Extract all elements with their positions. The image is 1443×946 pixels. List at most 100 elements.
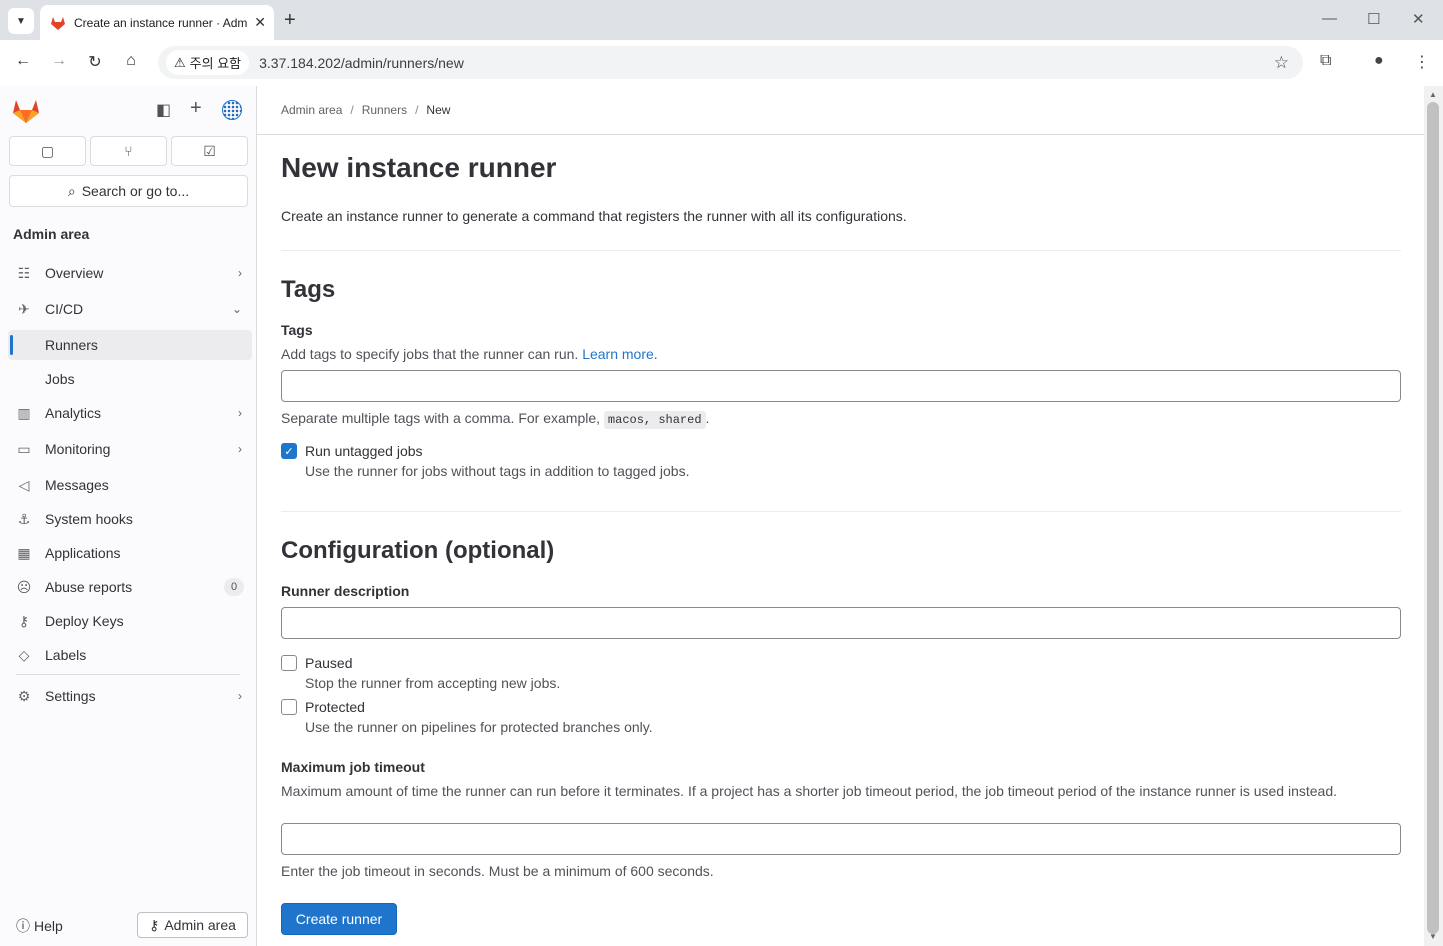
help-label: Help	[34, 918, 63, 934]
breadcrumb: Admin area / Runners / New	[281, 103, 450, 117]
section-divider	[281, 250, 1401, 251]
paused-checkbox[interactable]	[281, 655, 297, 671]
sidebar-item-overview[interactable]: ☷ Overview ›	[8, 258, 252, 288]
abuse-count-badge: 0	[224, 578, 244, 596]
scrollbar-thumb[interactable]	[1427, 102, 1439, 934]
home-icon[interactable]: ⌂	[120, 52, 142, 70]
section-divider	[281, 511, 1401, 512]
run-untagged-checkbox[interactable]: ✓	[281, 443, 297, 459]
learn-more-link[interactable]: Learn more	[582, 346, 654, 362]
tags-hint: Separate multiple tags with a comma. For…	[281, 410, 710, 429]
page-scrollbar[interactable]: ▲ ▼	[1424, 86, 1443, 946]
sidebar-item-label: CI/CD	[45, 301, 84, 317]
sidebar-item-jobs[interactable]: Jobs	[8, 364, 252, 394]
sidebar-item-abuse-reports[interactable]: ☹ Abuse reports 0	[8, 572, 252, 602]
sidebar-item-applications[interactable]: ▦ Applications	[8, 538, 252, 568]
breadcrumb-runners[interactable]: Runners	[362, 103, 407, 117]
breadcrumb-separator: /	[350, 103, 354, 117]
sidebar-item-label: Labels	[45, 647, 87, 663]
maximize-icon[interactable]: ☐	[1367, 10, 1380, 28]
gitlab-favicon-icon	[51, 16, 65, 30]
key-icon: ⚷	[18, 612, 30, 629]
browser-menu-icon[interactable]: ⋮	[1414, 52, 1430, 72]
sidebar-item-label: Analytics	[45, 405, 102, 421]
merge-requests-button[interactable]: ⑂	[90, 136, 167, 166]
sidebar-item-labels[interactable]: ◇ Labels	[8, 640, 252, 670]
sidebar-item-label: Runners	[45, 337, 98, 353]
issues-icon: ▢	[40, 142, 55, 159]
address-bar[interactable]: ⚠ 주의 요함 3.37.184.202/admin/runners/new ☆	[158, 46, 1303, 79]
url-text: 3.37.184.202/admin/runners/new	[259, 54, 464, 71]
anchor-icon: ⚓	[17, 510, 31, 527]
admin-area-button[interactable]: ⚷ Admin area	[137, 912, 248, 938]
sidebar-item-messages[interactable]: ◁ Messages	[8, 470, 252, 500]
breadcrumb-new[interactable]: New	[426, 103, 450, 117]
sidebar-item-runners[interactable]: Runners	[8, 330, 252, 360]
timeout-input[interactable]	[281, 823, 1401, 855]
chevron-right-icon: ›	[238, 406, 242, 420]
abuse-icon: ☹	[16, 578, 32, 595]
user-avatar[interactable]	[222, 100, 242, 120]
checkmark-icon: ✓	[284, 445, 294, 458]
sidebar-toggle-icon[interactable]: ◧	[156, 100, 171, 120]
chevron-right-icon: ›	[238, 266, 242, 280]
applications-icon: ▦	[17, 544, 31, 561]
sidebar-item-system-hooks[interactable]: ⚓ System hooks	[8, 504, 252, 534]
chevron-right-icon: ›	[238, 442, 242, 456]
gitlab-logo-icon[interactable]	[12, 98, 40, 124]
run-untagged-checkbox-row[interactable]: ✓ Run untagged jobs	[281, 443, 423, 459]
run-untagged-label: Run untagged jobs	[305, 443, 423, 459]
forward-icon[interactable]: →	[48, 52, 70, 70]
new-tab-icon[interactable]: +	[284, 9, 296, 32]
todos-button[interactable]: ☑	[171, 136, 248, 166]
merge-request-icon: ⑂	[124, 143, 133, 159]
sidebar: ◧ + ▢ ⑂ ☑ ⌕ Search or go to... Admin are…	[0, 86, 257, 946]
bookmark-star-icon[interactable]: ☆	[1274, 53, 1289, 73]
browser-tab[interactable]: Create an instance runner · Admin area ·…	[40, 5, 274, 40]
sidebar-item-monitoring[interactable]: ▭ Monitoring ›	[8, 434, 252, 464]
close-window-icon[interactable]: ✕	[1412, 10, 1425, 28]
tags-section-title: Tags	[281, 276, 336, 303]
sidebar-divider	[16, 674, 240, 675]
create-runner-button[interactable]: Create runner	[281, 903, 397, 935]
runner-description-input[interactable]	[281, 607, 1401, 639]
tags-input[interactable]	[281, 370, 1401, 402]
paused-checkbox-row[interactable]: Paused	[281, 655, 352, 671]
breadcrumb-admin-area[interactable]: Admin area	[281, 103, 342, 117]
chevron-right-icon: ›	[238, 689, 242, 703]
back-icon[interactable]: ←	[12, 52, 34, 70]
search-placeholder: Search or go to...	[81, 183, 190, 199]
monitor-icon: ▭	[17, 440, 31, 457]
scroll-up-icon[interactable]: ▲	[1429, 90, 1437, 99]
protected-label: Protected	[305, 699, 365, 715]
extensions-icon[interactable]: ⧉	[1320, 52, 1331, 70]
protected-checkbox-row[interactable]: Protected	[281, 699, 365, 715]
sidebar-item-label: Jobs	[45, 371, 75, 387]
search-button[interactable]: ⌕ Search or go to...	[9, 175, 248, 207]
sidebar-item-settings[interactable]: ⚙ Settings ›	[8, 681, 252, 711]
scroll-down-icon[interactable]: ▼	[1429, 932, 1437, 941]
minimize-icon[interactable]: —	[1322, 10, 1337, 27]
help-button[interactable]: ⓘ Help	[16, 916, 63, 936]
close-tab-icon[interactable]: ✕	[254, 14, 266, 31]
main-content: Admin area / Runners / New New instance …	[257, 86, 1443, 946]
run-untagged-description: Use the runner for jobs without tags in …	[305, 463, 690, 479]
sidebar-item-deploy-keys[interactable]: ⚷ Deploy Keys	[8, 606, 252, 636]
create-new-icon[interactable]: +	[190, 97, 202, 120]
chart-icon: ▥	[17, 404, 31, 421]
issues-button[interactable]: ▢	[9, 136, 86, 166]
tags-description-text: Add tags to specify jobs that the runner…	[281, 346, 579, 362]
tags-hint-text: Separate multiple tags with a comma. For…	[281, 410, 601, 426]
security-warning-chip[interactable]: ⚠ 주의 요함	[166, 50, 250, 75]
bullhorn-icon: ◁	[18, 476, 30, 493]
settings-icon: ⚙	[17, 687, 31, 704]
tab-search-button[interactable]: ▼	[8, 8, 34, 34]
sidebar-item-cicd[interactable]: ✈ CI/CD ⌄	[8, 294, 252, 324]
profile-avatar-icon[interactable]: ●	[1374, 52, 1384, 70]
sidebar-item-label: Overview	[45, 265, 104, 281]
reload-icon[interactable]: ↻	[84, 52, 106, 72]
overview-icon: ☷	[17, 264, 31, 281]
timeout-hint: Enter the job timeout in seconds. Must b…	[281, 863, 714, 879]
sidebar-item-analytics[interactable]: ▥ Analytics ›	[8, 398, 252, 428]
protected-checkbox[interactable]	[281, 699, 297, 715]
